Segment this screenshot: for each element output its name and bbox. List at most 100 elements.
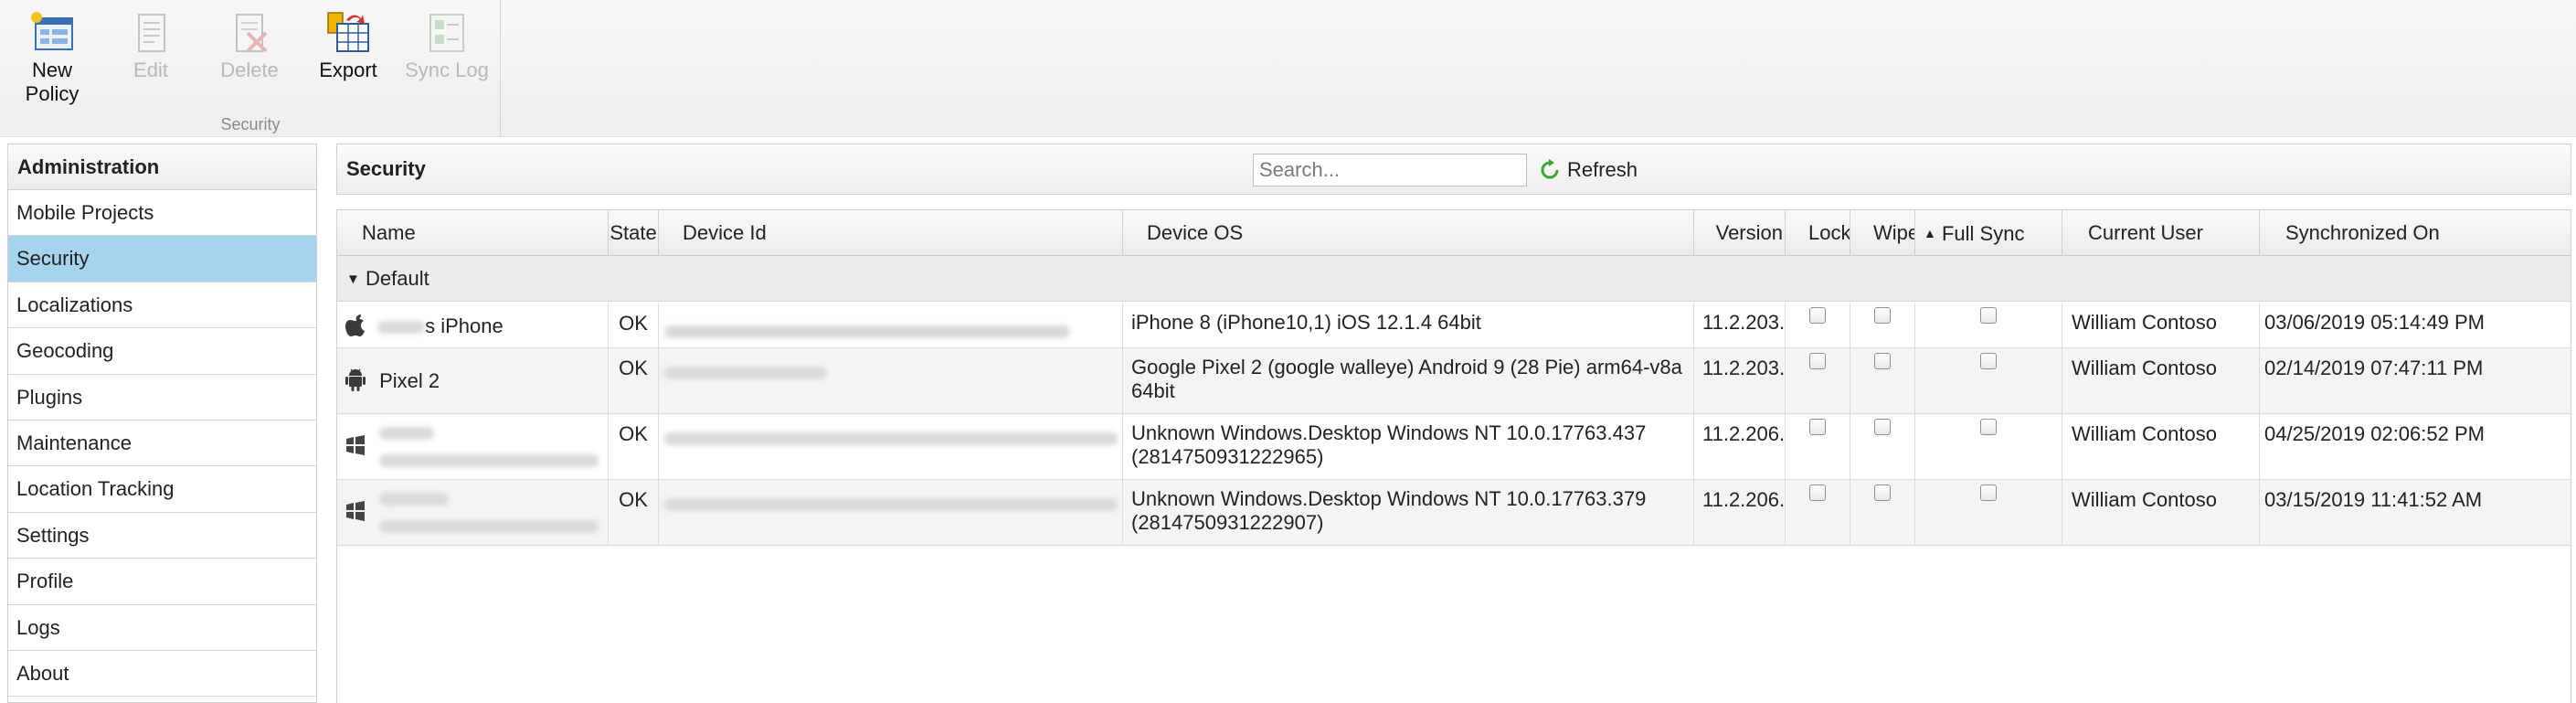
wipe-checkbox[interactable] bbox=[1874, 485, 1891, 501]
edit-label: Edit bbox=[133, 59, 168, 81]
sidebar-item-logs[interactable]: Logs bbox=[8, 605, 316, 651]
table-row[interactable]: s iPhone OK iPhone 8 (iPhone10,1) iOS 12… bbox=[337, 303, 2571, 348]
column-header-lock[interactable]: Lock bbox=[1786, 210, 1850, 256]
version-cell: 11.2.206. bbox=[1694, 480, 1786, 545]
new-policy-label-1: New bbox=[31, 59, 72, 81]
version-cell: 11.2.203. bbox=[1694, 348, 1786, 413]
sync-log-label: Sync Log bbox=[405, 59, 489, 81]
wipe-cell bbox=[1850, 348, 1915, 413]
device-id-cell bbox=[659, 303, 1123, 347]
name-cell bbox=[337, 480, 609, 545]
table-row[interactable]: OK Unknown Windows.Desktop Windows NT 10… bbox=[337, 480, 2571, 546]
ribbon-group-label: Security bbox=[220, 115, 281, 133]
redacted-device-id bbox=[664, 367, 827, 380]
apple-icon bbox=[345, 314, 365, 336]
device-os-cell: Unknown Windows.Desktop Windows NT 10.0.… bbox=[1123, 480, 1694, 545]
table-row[interactable]: OK Unknown Windows.Desktop Windows NT 10… bbox=[337, 414, 2571, 480]
redacted-device-id bbox=[664, 325, 1070, 339]
sidebar-item-security[interactable]: Security bbox=[8, 236, 316, 282]
redacted-name bbox=[379, 427, 434, 440]
current-user-cell: William Contoso bbox=[2062, 348, 2260, 413]
device-name: Pixel 2 bbox=[379, 369, 440, 392]
state-cell: OK bbox=[609, 348, 659, 413]
column-header-current-user[interactable]: Current User bbox=[2062, 210, 2260, 256]
refresh-button[interactable]: Refresh bbox=[1534, 154, 1648, 186]
full-sync-checkbox[interactable] bbox=[1980, 485, 1997, 501]
column-header-device-os[interactable]: Device OS bbox=[1123, 210, 1694, 256]
wipe-checkbox[interactable] bbox=[1874, 353, 1891, 369]
synchronized-on-cell: 03/15/2019 11:41:52 AM bbox=[2264, 488, 2483, 511]
state-cell: OK bbox=[609, 303, 659, 347]
new-policy-icon bbox=[31, 12, 73, 50]
export-icon bbox=[327, 12, 369, 52]
column-header-wipe[interactable]: Wipe bbox=[1850, 210, 1915, 256]
new-policy-button[interactable]: New Policy bbox=[2, 9, 102, 106]
sidebar-item-geocoding[interactable]: Geocoding bbox=[8, 328, 316, 375]
column-header-synchronized-on[interactable]: Synchronized On bbox=[2260, 210, 2571, 256]
sync-log-icon bbox=[429, 14, 464, 52]
wipe-cell bbox=[1850, 480, 1915, 545]
grid-header: Name State Device Id Device OS Version L… bbox=[337, 210, 2571, 256]
redacted-name bbox=[377, 321, 426, 335]
sidebar-item-plugins[interactable]: Plugins bbox=[8, 375, 316, 421]
column-header-state[interactable]: State bbox=[609, 210, 659, 256]
sidebar-item-settings[interactable]: Settings bbox=[8, 513, 316, 559]
android-icon bbox=[345, 368, 366, 391]
name-cell bbox=[337, 414, 609, 479]
wipe-cell bbox=[1850, 303, 1915, 347]
sidebar-item-about[interactable]: About bbox=[8, 651, 316, 698]
sort-ascending-icon: ▲ bbox=[1924, 226, 1936, 240]
edit-icon bbox=[138, 14, 165, 52]
version-cell: 11.2.206. bbox=[1694, 414, 1786, 479]
export-button[interactable]: Export bbox=[298, 9, 398, 82]
group-row-default[interactable]: ▼ Default bbox=[337, 256, 2571, 302]
group-label: Default bbox=[365, 267, 429, 290]
name-cell: s iPhone bbox=[337, 303, 609, 347]
redacted-device-id bbox=[664, 498, 1118, 512]
windows-icon bbox=[346, 501, 365, 521]
full-sync-checkbox[interactable] bbox=[1980, 353, 1997, 369]
lock-cell bbox=[1786, 480, 1850, 545]
column-header-full-sync-label: Full Sync bbox=[1941, 222, 2025, 245]
column-header-name[interactable]: Name bbox=[337, 210, 609, 256]
wipe-checkbox[interactable] bbox=[1874, 307, 1891, 324]
delete-label: Delete bbox=[220, 59, 279, 81]
sidebar-item-mobile-projects[interactable]: Mobile Projects bbox=[8, 190, 316, 237]
grid-empty-area bbox=[337, 546, 2571, 703]
full-sync-checkbox[interactable] bbox=[1980, 419, 1997, 435]
lock-checkbox[interactable] bbox=[1809, 353, 1826, 369]
column-header-device-id[interactable]: Device Id bbox=[659, 210, 1123, 256]
full-sync-cell bbox=[1915, 303, 2062, 347]
admin-sidebar: Administration Mobile Projects Security … bbox=[7, 144, 317, 703]
sidebar-item-maintenance[interactable]: Maintenance bbox=[8, 421, 316, 467]
search-input[interactable] bbox=[1253, 154, 1527, 186]
device-os-line-1: Google Pixel 2 (google walleye) Android … bbox=[1131, 356, 1682, 378]
collapse-arrow-icon: ▼ bbox=[346, 272, 360, 287]
redacted-device-id bbox=[664, 432, 1118, 446]
name-cell: Pixel 2 bbox=[337, 348, 609, 413]
version-cell: 11.2.203. bbox=[1694, 303, 1786, 347]
panel-header: Security Refresh bbox=[336, 144, 2571, 195]
state-cell: OK bbox=[609, 414, 659, 479]
sync-log-button[interactable]: Sync Log bbox=[397, 9, 497, 82]
sidebar-item-localizations[interactable]: Localizations bbox=[8, 282, 316, 329]
synchronized-on-cell: 04/25/2019 02:06:52 PM bbox=[2264, 422, 2485, 445]
page-title: Security bbox=[346, 157, 426, 180]
sidebar-item-profile[interactable]: Profile bbox=[8, 559, 316, 605]
synchronized-on-cell: 03/06/2019 05:14:49 PM bbox=[2264, 311, 2485, 334]
column-header-full-sync[interactable]: ▲ Full Sync bbox=[1915, 210, 2062, 256]
ribbon-group-security: New Policy Edit Delete Export Sync Log S… bbox=[0, 0, 501, 137]
lock-checkbox[interactable] bbox=[1809, 485, 1826, 501]
devices-grid: Name State Device Id Device OS Version L… bbox=[336, 209, 2571, 703]
wipe-checkbox[interactable] bbox=[1874, 419, 1891, 435]
sidebar-item-location-tracking[interactable]: Location Tracking bbox=[8, 466, 316, 513]
edit-button[interactable]: Edit bbox=[101, 9, 201, 82]
column-header-version[interactable]: Version bbox=[1694, 210, 1786, 256]
device-name: s iPhone bbox=[425, 314, 504, 337]
delete-button[interactable]: Delete bbox=[199, 9, 300, 82]
full-sync-checkbox[interactable] bbox=[1980, 307, 1997, 324]
table-row[interactable]: Pixel 2 OK Google Pixel 2 (google walley… bbox=[337, 348, 2571, 414]
lock-checkbox[interactable] bbox=[1809, 307, 1826, 324]
windows-icon bbox=[346, 435, 365, 455]
lock-checkbox[interactable] bbox=[1809, 419, 1826, 435]
